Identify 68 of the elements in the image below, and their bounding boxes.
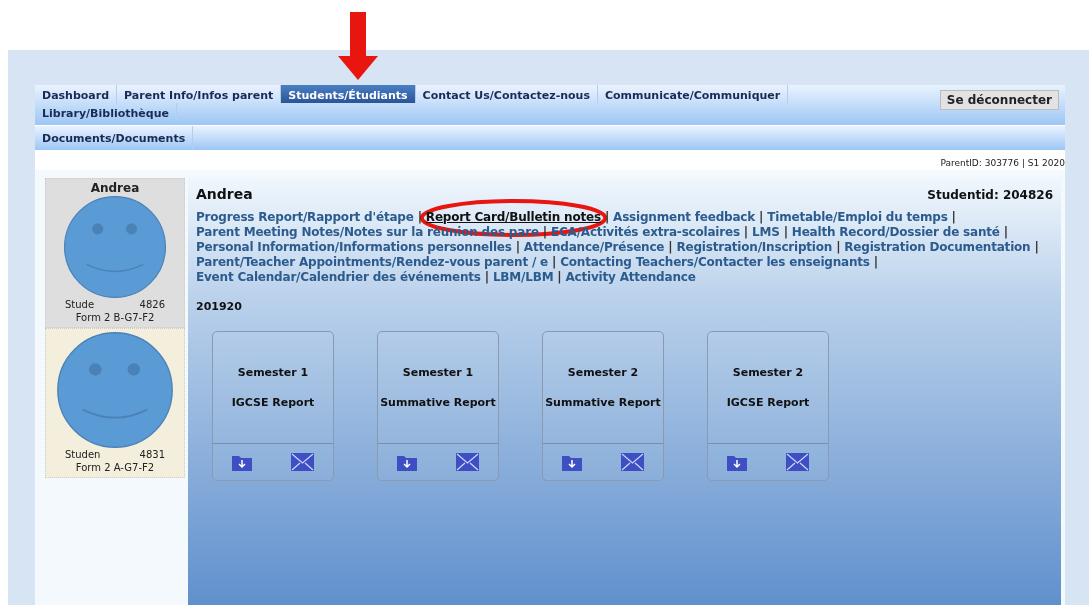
nav-tab[interactable]: Dashboard xyxy=(35,85,118,103)
nav-tab[interactable]: Students/Étudiants xyxy=(281,85,416,103)
report-title: IGCSE Report xyxy=(231,396,315,409)
link-separator: | xyxy=(743,225,749,239)
link-separator: | xyxy=(542,225,547,239)
nav-link[interactable]: LBM/LBM xyxy=(492,270,554,284)
nav-link[interactable]: LMS xyxy=(752,225,780,239)
link-separator: | xyxy=(515,240,520,254)
nav-link[interactable]: Event Calendar/Calendrier des événements xyxy=(196,270,481,284)
report-term: Semester 1 xyxy=(402,366,474,379)
student-id-text: Studen xyxy=(65,449,101,460)
link-separator: | xyxy=(873,255,878,269)
download-folder-icon[interactable] xyxy=(727,453,748,471)
nav-tab[interactable]: Contact Us/Contactez-nous xyxy=(415,85,598,103)
download-folder-icon[interactable] xyxy=(232,453,253,471)
download-folder-icon[interactable] xyxy=(397,453,418,471)
nav-tab[interactable]: Communicate/Communiquer xyxy=(598,85,789,103)
link-separator: | xyxy=(484,270,489,284)
nav-link[interactable]: Registration Documentation xyxy=(844,240,1031,254)
link-separator: | xyxy=(1003,225,1008,239)
download-folder-icon[interactable] xyxy=(562,453,583,471)
student-card[interactable]: Studen 4831 Form 2 A-G7-F2 xyxy=(45,328,185,478)
parent-id-text: ParentID: 303776 | S1 2020 xyxy=(940,158,1065,168)
student-id-text: 4831 xyxy=(139,449,165,460)
student-form-text: Form 2 A-G7-F2 xyxy=(75,462,155,473)
email-icon[interactable] xyxy=(455,453,479,471)
nav-link[interactable]: Contacting Teachers/Contacter les enseignants xyxy=(560,255,870,269)
report-term: Semester 2 xyxy=(732,366,804,379)
email-icon[interactable] xyxy=(290,453,314,471)
student-id-text: Studentid: 204826 xyxy=(927,188,1053,202)
nav-link[interactable]: Report Card/Bulletin notes xyxy=(425,210,601,224)
link-separator: | xyxy=(417,210,422,224)
report-title: Summative Report xyxy=(380,396,496,409)
student-card[interactable]: Andrea Stude 4826 Form 2 B-G7-F2 xyxy=(45,178,185,328)
nav-link[interactable]: Health Record/Dossier de santé xyxy=(791,225,1000,239)
nav-link[interactable]: Attendance/Présence xyxy=(523,240,665,254)
link-separator: | xyxy=(604,210,610,224)
nav-link[interactable]: Personal Information/Informations personnelles xyxy=(196,240,512,254)
report-term: Semester 1 xyxy=(237,366,309,379)
link-separator: | xyxy=(836,240,841,254)
student-name: Andrea xyxy=(90,181,140,195)
link-separator: | xyxy=(668,240,673,254)
nav-link[interactable]: ECA/Activités extra-scolaires xyxy=(551,225,740,239)
nav-link[interactable]: Assignment feedback xyxy=(613,210,756,224)
student-id-text: Stude xyxy=(65,299,95,310)
link-separator: | xyxy=(552,255,557,269)
email-icon[interactable] xyxy=(785,453,809,471)
pointer-arrow xyxy=(338,12,378,80)
school-year-text: 201920 xyxy=(196,300,243,313)
logout-button[interactable]: Se déconnecter xyxy=(939,90,1059,110)
student-form-text: Form 2 B-G7-F2 xyxy=(75,312,155,323)
link-separator: | xyxy=(1034,240,1039,254)
nav-link[interactable]: Activity Attendance xyxy=(565,270,696,284)
nav-link[interactable]: Progress Report/Rapport d'étape xyxy=(196,210,414,224)
nav-link[interactable]: Timetable/Emploi du temps xyxy=(767,210,948,224)
nav-tab[interactable]: Library/Bibliothèque xyxy=(35,103,177,121)
report-title: Summative Report xyxy=(545,396,661,409)
link-separator: | xyxy=(557,270,562,284)
nav-link[interactable]: Parent/Teacher Appointments/Rendez-vous parent / e xyxy=(196,255,548,269)
nav-link[interactable]: Registration/Inscription xyxy=(676,240,833,254)
student-id-text: 4826 xyxy=(139,299,165,310)
report-title: IGCSE Report xyxy=(726,396,810,409)
email-icon[interactable] xyxy=(620,453,644,471)
link-separator: | xyxy=(759,210,764,224)
link-separator: | xyxy=(783,225,788,239)
student-name: Andrea xyxy=(196,186,253,202)
report-term: Semester 2 xyxy=(567,366,639,379)
link-separator: | xyxy=(951,210,956,224)
